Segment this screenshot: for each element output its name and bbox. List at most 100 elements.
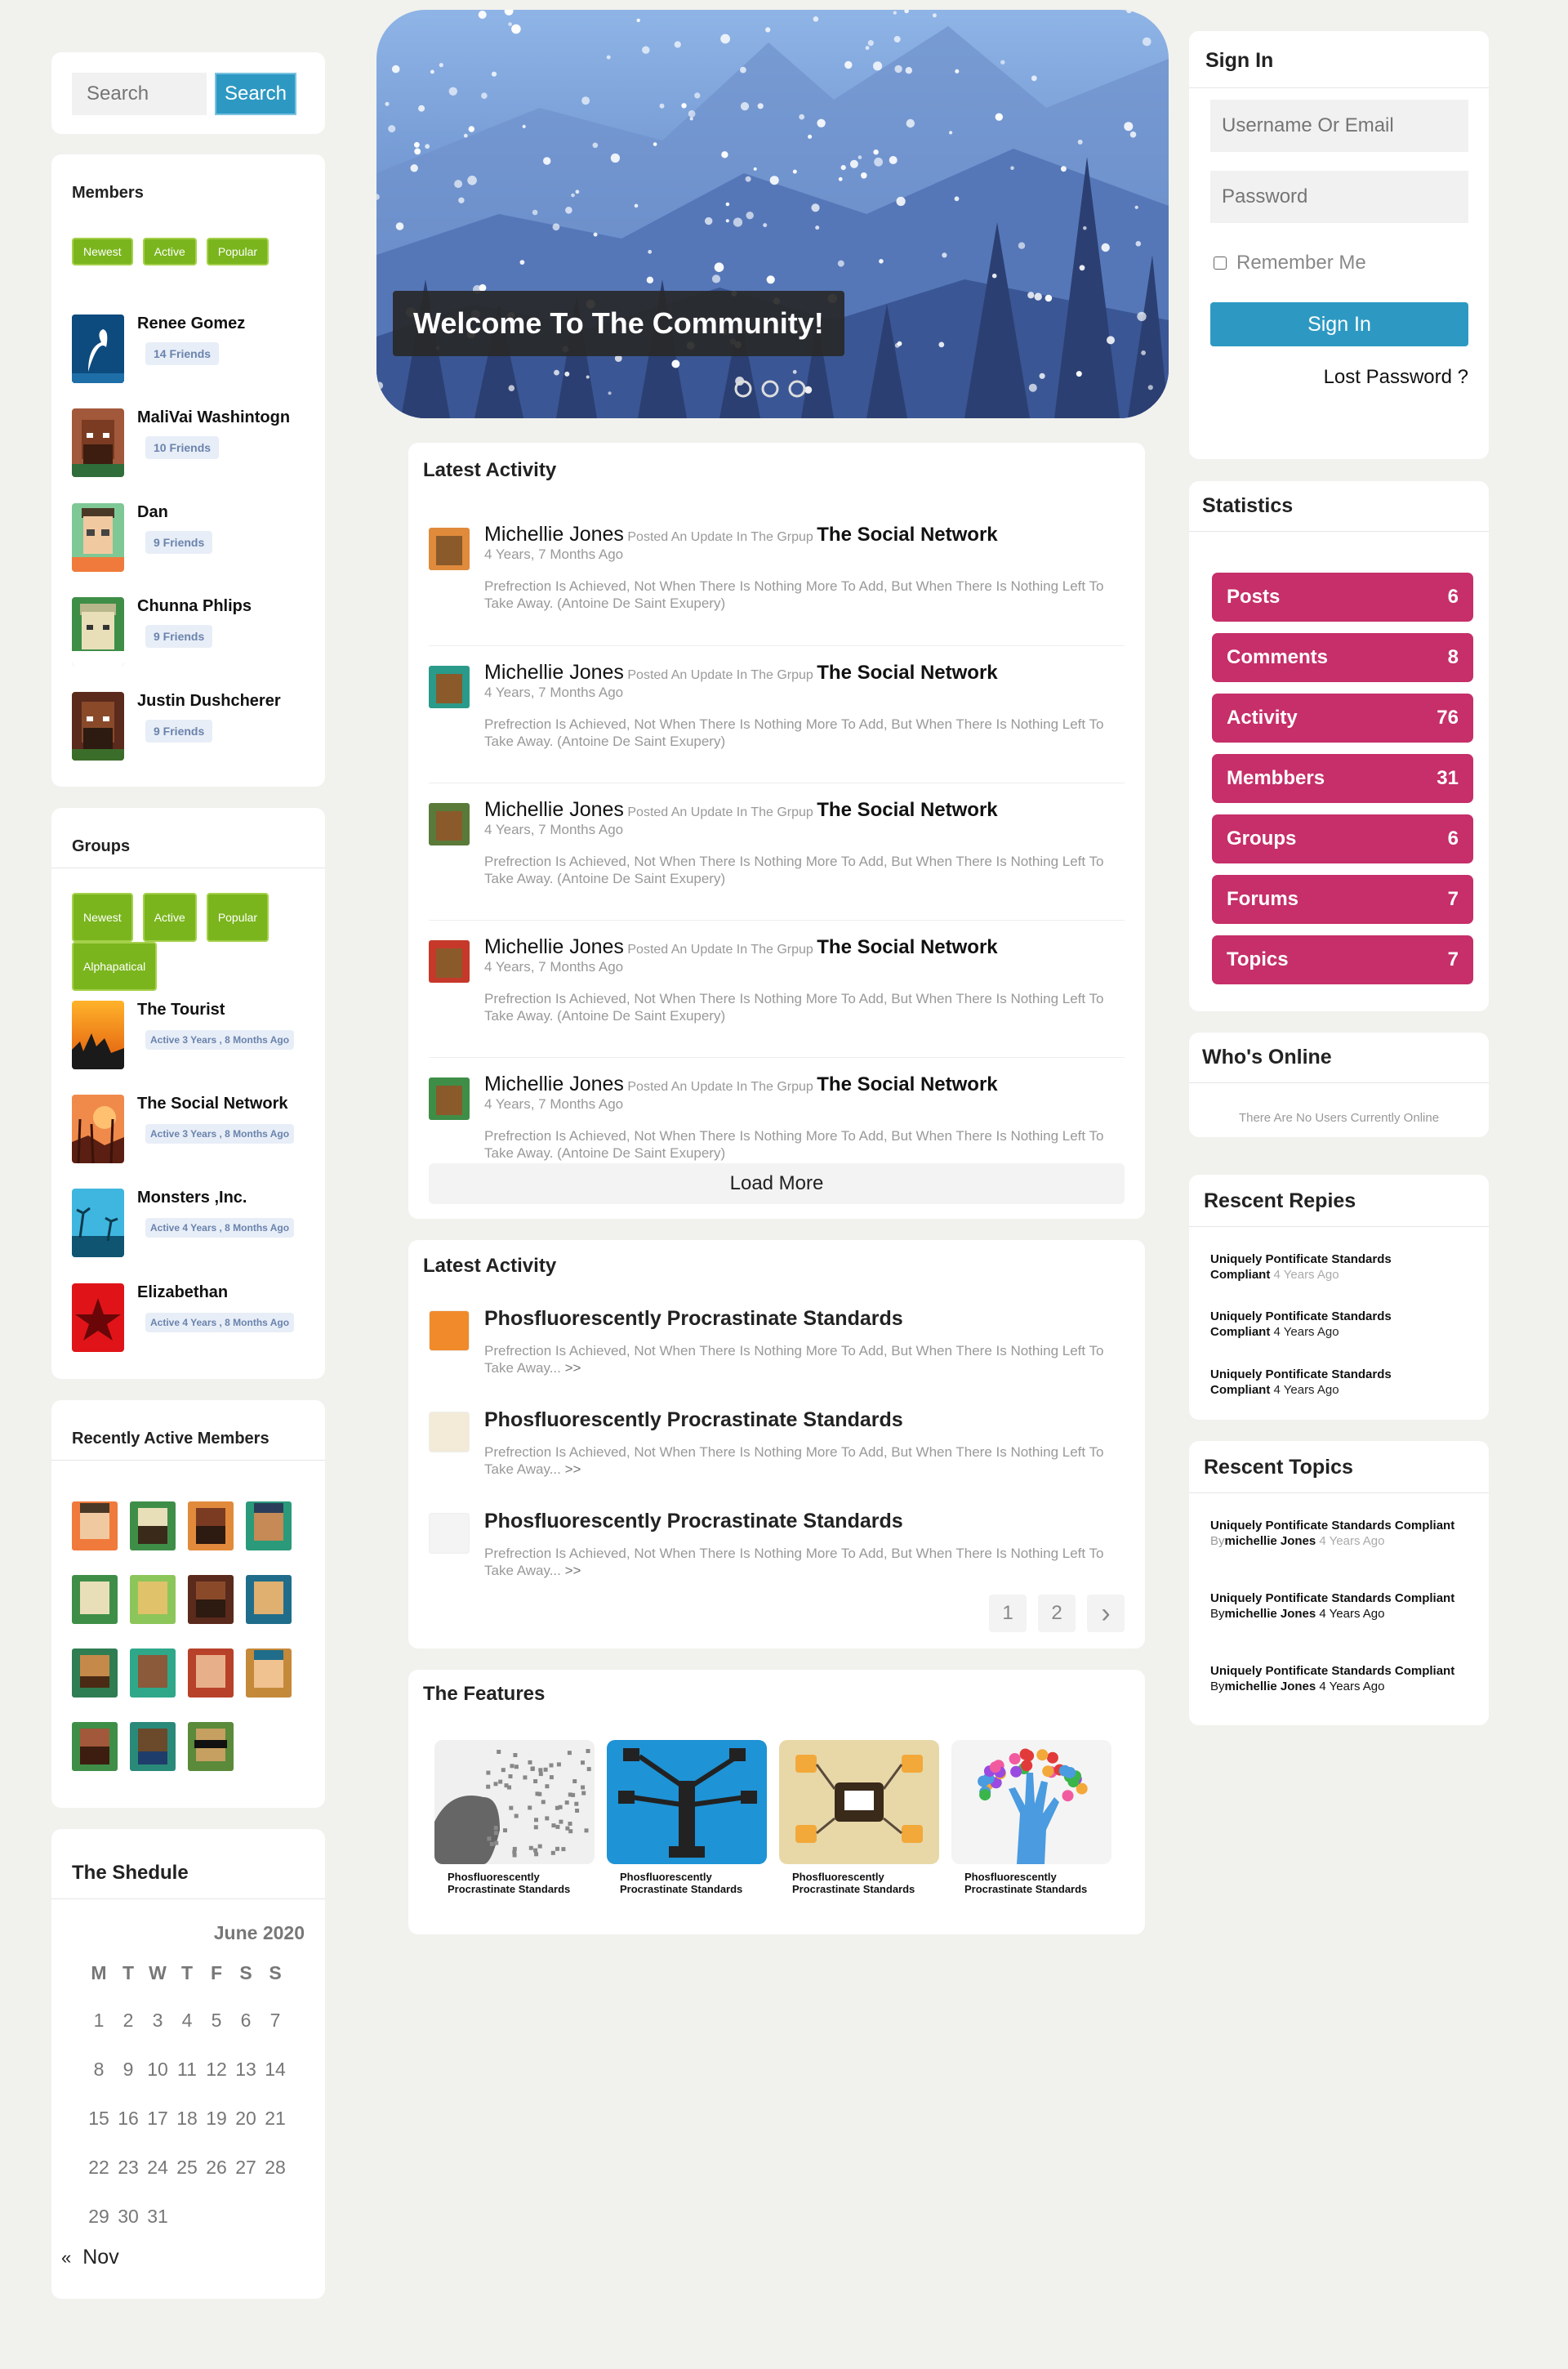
stat-comments[interactable]: Comments 8 [1212, 633, 1473, 682]
read-more-link[interactable]: >> [565, 1461, 581, 1477]
stat-activity[interactable]: Activity 76 [1212, 694, 1473, 743]
topic-item[interactable]: Uniquely Pontificate Standards Compliant… [1210, 1663, 1455, 1694]
post-title[interactable]: Phosfluorescently Procrastinate Standard… [484, 1510, 1125, 1533]
password-field[interactable] [1210, 171, 1468, 223]
avatar[interactable] [130, 1648, 176, 1698]
stat-groups[interactable]: Groups 6 [1212, 814, 1473, 863]
load-more-button[interactable]: Load More [429, 1163, 1125, 1204]
day-cell[interactable]: 1 [84, 1996, 114, 2045]
day-cell[interactable]: 28 [261, 2143, 290, 2192]
member-row[interactable]: Chunna Phlips 9 Friends [72, 597, 309, 666]
topic-item[interactable]: Uniquely Pontificate Standards Compliant… [1210, 1518, 1455, 1549]
topic-item[interactable]: Uniquely Pontificate Standards Compliant… [1210, 1590, 1455, 1622]
day-cell[interactable]: 8 [84, 2045, 114, 2094]
member-row[interactable]: Renee Gomez 14 Friends [72, 315, 309, 383]
avatar[interactable] [429, 666, 470, 708]
stat-members[interactable]: Membbers 31 [1212, 754, 1473, 803]
member-name[interactable]: Renee Gomez [137, 315, 245, 333]
activity-user[interactable]: Michellie Jones [484, 935, 624, 958]
feature-item[interactable]: Phosfluorescently Procrastinate Standard… [779, 1740, 939, 1895]
member-name[interactable]: Chunna Phlips [137, 597, 252, 616]
calendar-prev-link[interactable]: « Nov [61, 2246, 119, 2269]
feature-item[interactable]: Phosfluorescently Procrastinate Standard… [607, 1740, 767, 1895]
search-button[interactable]: Search [215, 73, 296, 115]
feature-item[interactable]: Phosfluorescently Procrastinate Standard… [951, 1740, 1111, 1895]
group-name[interactable]: The Social Network [137, 1095, 288, 1113]
stat-topics[interactable]: Topics 7 [1212, 935, 1473, 984]
day-cell[interactable]: 23 [114, 2143, 143, 2192]
activity-group[interactable]: The Social Network [817, 799, 997, 821]
day-cell[interactable]: 26 [202, 2143, 231, 2192]
remember-checkbox[interactable] [1214, 257, 1227, 270]
activity-group[interactable]: The Social Network [817, 524, 997, 546]
day-cell[interactable]: 12 [202, 2045, 231, 2094]
day-cell[interactable]: 19 [202, 2094, 231, 2143]
member-name[interactable]: Justin Dushcherer [137, 692, 281, 711]
avatar[interactable] [72, 1501, 118, 1550]
reply-item[interactable]: Uniquely Pontificate Standards Compliant… [1210, 1251, 1447, 1283]
day-cell[interactable]: 3 [143, 1996, 172, 2045]
post-thumbnail[interactable] [429, 1412, 470, 1452]
avatar[interactable] [246, 1575, 292, 1624]
activity-group[interactable]: The Social Network [817, 936, 997, 958]
group-row[interactable]: Elizabethan Active 4 Years , 8 Months Ag… [72, 1283, 317, 1352]
username-field[interactable] [1210, 100, 1468, 152]
avatar[interactable] [188, 1648, 234, 1698]
lost-password-link[interactable]: Lost Password ? [1324, 366, 1468, 389]
page-2[interactable]: 2 [1038, 1595, 1076, 1632]
tab-active[interactable]: Active [142, 893, 197, 942]
member-name[interactable]: Dan [137, 503, 168, 522]
day-cell[interactable]: 11 [172, 2045, 202, 2094]
group-row[interactable]: The Social Network Active 3 Years , 8 Mo… [72, 1095, 317, 1163]
topic-author[interactable]: michellie Jones [1225, 1607, 1316, 1621]
day-cell[interactable]: 6 [231, 1996, 261, 2045]
reply-item[interactable]: Uniquely Pontificate Standards Compliant… [1210, 1309, 1447, 1340]
day-cell[interactable]: 10 [143, 2045, 172, 2094]
post-thumbnail[interactable] [429, 1310, 470, 1351]
day-cell[interactable]: 18 [172, 2094, 202, 2143]
day-cell[interactable]: 22 [84, 2143, 114, 2192]
page-1[interactable]: 1 [989, 1595, 1027, 1632]
tab-alphabetical[interactable]: Alphapatical [72, 942, 158, 991]
day-cell[interactable]: 13 [231, 2045, 261, 2094]
reply-item[interactable]: Uniquely Pontificate Standards Compliant… [1210, 1367, 1447, 1398]
avatar[interactable] [429, 1077, 470, 1120]
day-cell[interactable]: 7 [261, 1996, 290, 2045]
day-cell[interactable] [231, 2192, 261, 2241]
tab-popular[interactable]: Popular [206, 238, 270, 265]
stat-forums[interactable]: Forums 7 [1212, 875, 1473, 924]
day-cell[interactable]: 24 [143, 2143, 172, 2192]
group-name[interactable]: Elizabethan [137, 1283, 228, 1302]
day-cell[interactable]: 5 [202, 1996, 231, 2045]
avatar[interactable] [246, 1648, 292, 1698]
tab-newest[interactable]: Newest [72, 238, 133, 265]
day-cell[interactable]: 29 [84, 2192, 114, 2241]
group-row[interactable]: The Tourist Active 3 Years , 8 Months Ag… [72, 1001, 317, 1069]
activity-user[interactable]: Michellie Jones [484, 661, 624, 684]
day-cell[interactable]: 27 [231, 2143, 261, 2192]
avatar[interactable] [130, 1501, 176, 1550]
avatar[interactable] [72, 1648, 118, 1698]
tab-popular[interactable]: Popular [206, 893, 270, 942]
day-cell[interactable]: 16 [114, 2094, 143, 2143]
group-name[interactable]: Monsters ,Inc. [137, 1189, 247, 1207]
topic-title[interactable]: Uniquely Pontificate Standards Compliant [1210, 1591, 1454, 1605]
day-cell[interactable]: 31 [143, 2192, 172, 2241]
topic-author[interactable]: michellie Jones [1225, 1534, 1316, 1548]
day-cell[interactable]: 15 [84, 2094, 114, 2143]
day-cell[interactable]: 4 [172, 1996, 202, 2045]
avatar[interactable] [429, 803, 470, 845]
activity-group[interactable]: The Social Network [817, 662, 997, 684]
day-cell[interactable]: 2 [114, 1996, 143, 2045]
avatar[interactable] [429, 528, 470, 570]
member-row[interactable]: Justin Dushcherer 9 Friends [72, 692, 309, 761]
read-more-link[interactable]: >> [565, 1360, 581, 1376]
avatar[interactable] [130, 1575, 176, 1624]
search-input[interactable] [72, 73, 207, 115]
day-cell[interactable] [202, 2192, 231, 2241]
remember-me[interactable]: Remember Me [1214, 252, 1366, 274]
avatar[interactable] [72, 1722, 118, 1771]
day-cell[interactable]: 17 [143, 2094, 172, 2143]
post-title[interactable]: Phosfluorescently Procrastinate Standard… [484, 1408, 1125, 1432]
read-more-link[interactable]: >> [565, 1563, 581, 1578]
